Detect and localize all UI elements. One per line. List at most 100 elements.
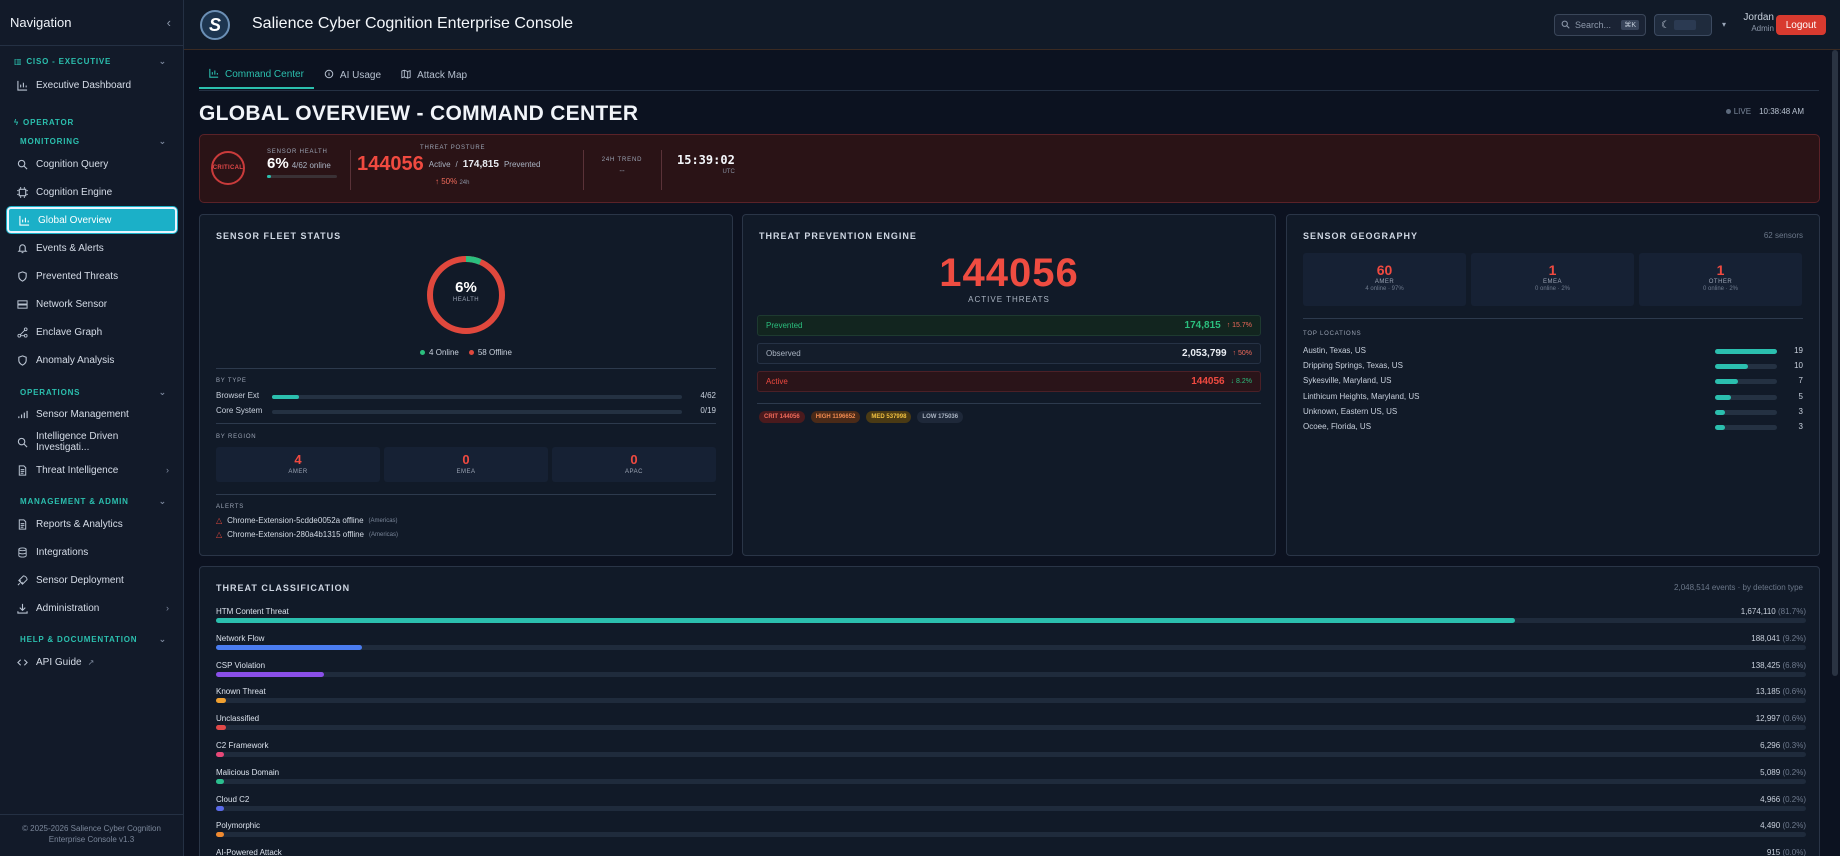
chart-icon [209,68,219,81]
panel-title: SENSOR GEOGRAPHY [1303,231,1419,241]
sensor-health-summary: SENSOR HEALTH 6% 4/62 online [267,149,337,178]
classification-row[interactable]: Known Threat 13,185 (0.6%) [216,687,1806,711]
search-box[interactable]: Search... ⌘K [1554,14,1646,36]
trend-summary: 24H TREND -- [601,157,643,175]
tab-attack-map[interactable]: Attack Map [391,61,477,89]
sidebar-title: Navigation [10,15,72,30]
sensor-count: 62 sensors [1763,231,1803,240]
observed-row[interactable]: Observed 2,053,799 ↑ 50% [757,343,1261,364]
sidebar: Navigation ‹ ▥ CISO - EXECUTIVE ⌄ Executi… [0,0,184,856]
chevron-down-icon: ⌄ [158,135,167,146]
server-icon [17,299,28,310]
logout-button[interactable]: Logout [1776,15,1826,35]
shield-icon [17,270,28,282]
shield-alert-icon [17,354,28,366]
live-dot-icon [1725,109,1731,114]
sidebar-item-prevented-threats[interactable]: Prevented Threats [7,263,177,289]
utc-clock: 15:39:02 UTC [677,153,735,175]
tab-command-center[interactable]: Command Center [199,61,314,89]
legend-offline: 58 Offline [468,348,512,357]
panel-title: SENSOR FLEET STATUS [216,231,342,241]
severity-chips: CRIT 144056 HIGH 1196652 MED 537998 LOW … [759,411,964,423]
sensor-health-bar [267,175,337,178]
classification-row[interactable]: Polymorphic 4,490 (0.2%) [216,821,1806,845]
classification-summary: 2,048,514 events · by detection type [1674,583,1803,592]
section-operations[interactable]: OPERATIONS ⌄ [0,384,183,400]
user-menu-chevron-icon[interactable]: ▾ [1722,20,1726,29]
type-row-browser-ext: Browser Ext 4/62 [216,391,716,400]
bell-icon [17,243,28,254]
geo-amer: 60 AMER 4 online · 97% [1303,253,1466,306]
theme-toggle-button[interactable]: ☾ [1654,14,1712,36]
sidebar-item-events-alerts[interactable]: Events & Alerts [7,235,177,261]
scrollbar[interactable] [1832,50,1838,676]
sidebar-item-sensor-deployment[interactable]: Sensor Deployment [7,567,177,593]
geo-emea: 1 EMEA 0 online · 2% [1471,253,1634,306]
status-strip: CRITICAL SENSOR HEALTH 6% 4/62 online THR… [199,134,1820,203]
search-icon [17,437,28,448]
chip-high[interactable]: HIGH 1196652 [810,411,861,423]
sidebar-item-administration[interactable]: Administration › [7,595,177,621]
alert-item[interactable]: △ Chrome-Extension-5cdde0052a offline (A… [216,516,398,525]
map-icon [401,69,411,82]
sidebar-item-global-overview[interactable]: Global Overview [7,207,177,233]
sidebar-item-integrations[interactable]: Integrations [7,539,177,565]
sensor-geography-panel: SENSOR GEOGRAPHY 62 sensors 60 AMER 4 onli… [1286,214,1820,556]
chip-low[interactable]: LOW 175036 [917,411,964,423]
chip-critical[interactable]: CRIT 144056 [759,411,805,423]
sidebar-item-cognition-engine[interactable]: Cognition Engine [7,179,177,205]
location-row: Austin, Texas, US 19 [1303,346,1803,355]
prevented-row[interactable]: Prevented 174,815 ↑ 15.7% [757,315,1261,336]
sidebar-item-network-sensor[interactable]: Network Sensor [7,291,177,317]
chart-icon [19,215,30,226]
sidebar-item-reports-analytics[interactable]: Reports & Analytics [7,511,177,537]
location-row: Ocoee, Florida, US 3 [1303,422,1803,431]
sidebar-item-api-guide[interactable]: API Guide ↗ [7,649,177,675]
threat-prevention-panel: THREAT PREVENTION ENGINE 144056 ACTIVE T… [742,214,1276,556]
geo-other: 1 OTHER 0 online · 2% [1639,253,1802,306]
sidebar-item-intel-investigation[interactable]: Intelligence Driven Investigati... [7,429,177,455]
panel-title: THREAT CLASSIFICATION [216,583,351,593]
sidebar-item-anomaly-analysis[interactable]: Anomaly Analysis [7,347,177,373]
section-management[interactable]: MANAGEMENT & ADMIN ⌄ [0,493,183,509]
live-indicator: LIVE 10:38:48 AM [1725,107,1804,116]
section-help[interactable]: HELP & DOCUMENTATION ⌄ [0,631,183,647]
user-info[interactable]: Jordan Admin [1734,12,1774,34]
classification-row[interactable]: Network Flow 188,041 (9.2%) [216,634,1806,658]
search-placeholder: Search... [1575,20,1612,30]
location-row: Dripping Springs, Texas, US 10 [1303,361,1803,371]
moon-icon: ☾ [1661,19,1670,31]
classification-row[interactable]: CSP Violation 138,425 (6.8%) [216,661,1806,685]
sensor-fleet-panel: SENSOR FLEET STATUS 6% HEALTH 4 Online 5… [199,214,733,556]
chevron-down-icon: ⌄ [158,495,167,506]
classification-row[interactable]: AI-Powered Attack 915 (0.0%) [216,848,1806,856]
classification-row[interactable]: HTM Content Threat 1,674,110 (81.7%) [216,607,1806,631]
sidebar-item-cognition-query[interactable]: Cognition Query [7,151,177,177]
classification-row[interactable]: Malicious Domain 5,089 (0.2%) [216,768,1806,792]
classification-row[interactable]: Unclassified 12,997 (0.6%) [216,714,1806,738]
app-logo[interactable]: S [200,10,230,40]
chevron-down-icon: ⌄ [158,386,167,397]
sidebar-item-sensor-management[interactable]: Sensor Management [7,401,177,427]
alert-item[interactable]: △ Chrome-Extension-280a4b1315 offline (A… [216,530,398,539]
chevron-down-icon: ⌄ [158,55,167,66]
section-ciso[interactable]: ▥ CISO - EXECUTIVE ⌄ [0,53,183,69]
threat-change: ↑ 50% 24h [435,177,470,186]
chip-medium[interactable]: MED 537998 [866,411,912,423]
threat-posture-summary: THREAT POSTURE 144056 Active / 174,815 P… [357,145,541,186]
health-percent: 6% [455,279,477,296]
classification-row[interactable]: C2 Framework 6,296 (0.3%) [216,741,1806,765]
current-time: 10:38:48 AM [1759,107,1804,116]
collapse-sidebar-icon[interactable]: ‹ [167,15,171,30]
section-operator: ϟ OPERATOR [14,117,75,127]
classification-row[interactable]: Cloud C2 4,966 (0.2%) [216,795,1806,819]
tab-ai-usage[interactable]: AI Usage [314,61,391,89]
section-monitoring[interactable]: MONITORING ⌄ [0,133,183,149]
user-name: Jordan [1743,12,1774,23]
active-row[interactable]: Active 144056 ↓ 8.2% [757,371,1261,392]
sensor-health-value: 6% [267,155,289,172]
sidebar-item-executive-dashboard[interactable]: Executive Dashboard [7,72,177,98]
sidebar-item-enclave-graph[interactable]: Enclave Graph [7,319,177,345]
sidebar-item-threat-intelligence[interactable]: Threat Intelligence › [7,457,177,483]
chevron-right-icon: › [166,603,169,613]
